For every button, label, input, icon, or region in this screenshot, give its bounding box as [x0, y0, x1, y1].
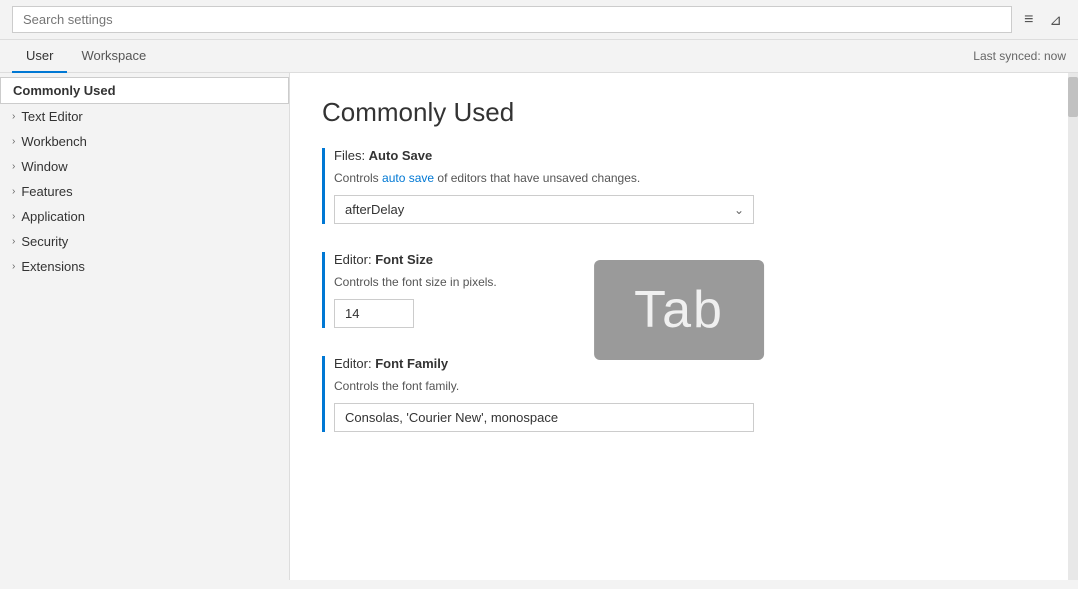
- sidebar-item-label: Application: [21, 209, 85, 224]
- setting-desc-before: Controls: [334, 171, 382, 185]
- font-size-input[interactable]: [334, 299, 414, 328]
- filter-button[interactable]: ⊿: [1045, 9, 1066, 31]
- tab-overlay: Tab: [594, 260, 764, 360]
- auto-save-link[interactable]: auto save: [382, 171, 434, 185]
- chevron-right-icon: ›: [12, 236, 15, 247]
- chevron-right-icon: ›: [12, 111, 15, 122]
- sidebar-item-extensions[interactable]: › Extensions: [0, 254, 289, 279]
- setting-editor-font-family: Editor: Font Family Controls the font fa…: [322, 356, 1036, 432]
- search-bar: ≡ ⊿: [0, 0, 1078, 40]
- chevron-right-icon: ›: [12, 161, 15, 172]
- setting-desc-font-family: Controls the font family.: [334, 377, 1036, 395]
- sidebar-item-application[interactable]: › Application: [0, 204, 289, 229]
- sidebar-item-label: Text Editor: [21, 109, 82, 124]
- sidebar-item-commonly-used[interactable]: Commonly Used: [0, 77, 289, 104]
- auto-save-dropdown-wrapper: off afterDelay afterFocusChange onFocusC…: [334, 195, 754, 224]
- clear-search-button[interactable]: ≡: [1020, 9, 1037, 31]
- auto-save-dropdown[interactable]: off afterDelay afterFocusChange onFocusC…: [334, 195, 754, 224]
- search-input[interactable]: [12, 6, 1012, 33]
- tab-overlay-text: Tab: [634, 281, 724, 339]
- content-area: Commonly Used Files: Auto Save Controls …: [290, 73, 1068, 580]
- setting-header-prefix: Files:: [334, 148, 369, 163]
- setting-header-prefix: Editor:: [334, 356, 375, 371]
- sidebar-item-label: Window: [21, 159, 67, 174]
- list-icon: ≡: [1024, 11, 1033, 28]
- sidebar-item-features[interactable]: › Features: [0, 179, 289, 204]
- filter-icon: ⊿: [1049, 12, 1062, 29]
- sidebar-item-label: Features: [21, 184, 72, 199]
- setting-files-auto-save: Files: Auto Save Controls auto save of e…: [322, 148, 1036, 224]
- setting-desc-after: of editors that have unsaved changes.: [434, 171, 640, 185]
- main-layout: Commonly Used › Text Editor › Workbench …: [0, 73, 1078, 580]
- sidebar-item-security[interactable]: › Security: [0, 229, 289, 254]
- scrollbar-track[interactable]: [1068, 73, 1078, 580]
- sidebar-item-window[interactable]: › Window: [0, 154, 289, 179]
- chevron-right-icon: ›: [12, 211, 15, 222]
- chevron-right-icon: ›: [12, 261, 15, 272]
- tabs-left: User Workspace: [12, 40, 160, 72]
- setting-desc-auto-save: Controls auto save of editors that have …: [334, 169, 1036, 187]
- scrollbar-thumb[interactable]: [1068, 77, 1078, 117]
- setting-header-bold: Font Family: [375, 356, 448, 371]
- chevron-right-icon: ›: [12, 136, 15, 147]
- search-actions: ≡ ⊿: [1020, 9, 1066, 31]
- sidebar: Commonly Used › Text Editor › Workbench …: [0, 73, 290, 580]
- tab-workspace[interactable]: Workspace: [67, 40, 160, 73]
- setting-header-prefix: Editor:: [334, 252, 375, 267]
- setting-desc-text: Controls the font family.: [334, 379, 459, 393]
- setting-header-bold: Auto Save: [369, 148, 433, 163]
- sidebar-item-workbench[interactable]: › Workbench: [0, 129, 289, 154]
- sidebar-item-label: Security: [21, 234, 68, 249]
- chevron-right-icon: ›: [12, 186, 15, 197]
- sidebar-item-label: Commonly Used: [13, 83, 116, 98]
- sync-status: Last synced: now: [973, 49, 1066, 63]
- setting-header-bold: Font Size: [375, 252, 433, 267]
- content-title: Commonly Used: [322, 97, 1036, 128]
- setting-header-auto-save: Files: Auto Save: [334, 148, 1036, 163]
- sidebar-item-label: Workbench: [21, 134, 87, 149]
- sidebar-item-label: Extensions: [21, 259, 85, 274]
- font-family-input[interactable]: [334, 403, 754, 432]
- setting-desc-text: Controls the font size in pixels.: [334, 275, 497, 289]
- tabs-bar: User Workspace Last synced: now: [0, 40, 1078, 73]
- sidebar-item-text-editor[interactable]: › Text Editor: [0, 104, 289, 129]
- tab-user[interactable]: User: [12, 40, 67, 73]
- setting-editor-font-size: Editor: Font Size Controls the font size…: [322, 252, 1036, 328]
